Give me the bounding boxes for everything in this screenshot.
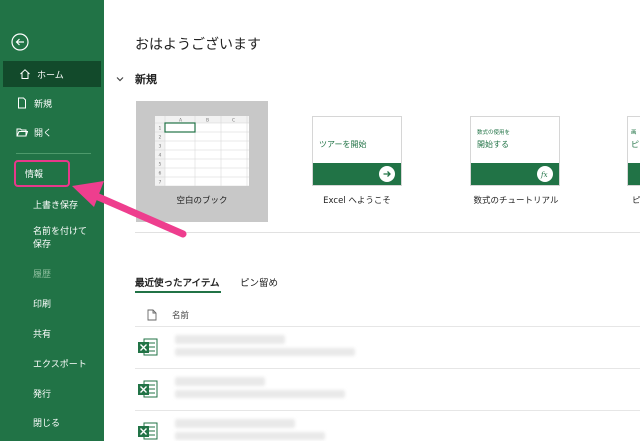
recent-file-row[interactable] [135,370,640,410]
tab-pinned[interactable]: ピン留め [240,275,278,289]
template-card-text: 開始する [477,140,509,149]
grid-col-label: C [232,118,235,124]
template-excel-welcome[interactable]: ツアーを開始 [312,116,402,186]
nav-item-publish[interactable]: 発行 [0,380,104,406]
template-label-blank: 空白のブック [176,196,228,206]
row-divider [135,368,640,369]
open-folder-icon [16,128,28,137]
template-card-small-text: 画 [631,130,637,136]
recent-file-row[interactable] [135,412,640,441]
column-header-name[interactable]: 名前 [172,309,189,321]
template-card-small-text: 数式の使用を [477,130,511,136]
new-section-toggle[interactable]: 新規 [115,71,157,87]
blurred-file-name [175,419,295,428]
grid-row-label: 7 [159,180,162,186]
blurred-file-name [175,335,285,344]
function-fx-icon: fx [537,166,553,182]
nav-item-close[interactable]: 閉じる [0,409,104,435]
nav-label-print: 印刷 [33,299,52,310]
nav-label-close: 閉じる [33,418,61,429]
arrow-right-icon [379,166,395,182]
excel-file-icon [138,380,158,398]
tab-active-indicator [135,291,221,293]
row-divider [135,326,640,327]
nav-label-history: 履歴 [33,269,52,280]
new-file-icon [18,97,26,109]
nav-item-home[interactable]: ホーム [3,61,101,87]
new-section-title: 新規 [135,73,157,86]
nav-label-save: 上書き保存 [33,200,79,211]
tab-recent[interactable]: 最近使ったアイテム [135,275,220,289]
list-header: 名前 [147,309,189,321]
backstage-sidebar: ホーム 新規 開く 情報 上書き保存 名前を付けて保存 履歴 印刷 共有 エクス… [0,0,104,441]
blurred-file-path [175,432,325,440]
excel-file-icon [138,422,158,440]
chevron-down-icon [116,77,124,82]
nav-label-save-as: 名前を付けて保存 [33,227,88,250]
nav-item-share[interactable]: 共有 [0,320,104,346]
nav-item-new[interactable]: 新規 [0,90,104,116]
template-card-text: ピ [631,140,639,149]
info-highlight-box [14,160,70,187]
nav-item-open[interactable]: 開く [0,119,104,145]
template-label-formula: 数式のチュートリアル [473,196,559,206]
template-card-text: ツアーを開始 [319,140,367,149]
nav-label-publish: 発行 [33,389,52,400]
nav-item-save-as[interactable]: 名前を付けて保存 [0,222,104,256]
nav-label-export: エクスポート [33,359,87,370]
excel-file-icon [138,338,158,356]
greeting-heading: おはようございます [135,37,261,53]
nav-item-save[interactable]: 上書き保存 [0,191,104,217]
template-partial[interactable]: 画 ピ [627,116,640,186]
grid-row-label: 1 [159,126,162,132]
blank-workbook-thumbnail: A B C 1 2 3 4 5 6 7 [155,116,249,186]
row-divider [135,410,640,411]
grid-col-label: B [206,118,209,124]
home-icon [20,69,30,79]
template-card-band [628,163,640,185]
back-arrow-icon[interactable] [10,32,30,52]
blurred-file-path [175,390,345,398]
blurred-file-name [175,377,265,386]
nav-item-print[interactable]: 印刷 [0,290,104,316]
recent-file-row[interactable] [135,328,640,368]
sidebar-divider [16,153,91,154]
grid-row-label: 4 [159,153,162,159]
nav-label-open: 開く [34,128,53,139]
blurred-file-path [175,348,355,356]
grid-row-label: 3 [159,144,162,150]
section-separator [135,232,640,233]
svg-text:fx: fx [540,171,548,179]
nav-label-share: 共有 [33,329,52,340]
nav-item-export[interactable]: エクスポート [0,350,104,376]
nav-label-new: 新規 [34,99,53,110]
grid-row-label: 6 [159,171,162,177]
grid-row-label: 2 [159,135,162,141]
grid-row-label: 5 [159,162,162,168]
nav-item-history: 履歴 [0,260,104,286]
nav-label-home: ホーム [37,70,64,81]
document-icon [147,309,157,321]
template-label-partial: ピ [632,196,640,206]
template-formula-tutorial[interactable]: 数式の使用を 開始する fx [470,116,560,186]
template-label-welcome: Excel へようこそ [323,196,391,206]
